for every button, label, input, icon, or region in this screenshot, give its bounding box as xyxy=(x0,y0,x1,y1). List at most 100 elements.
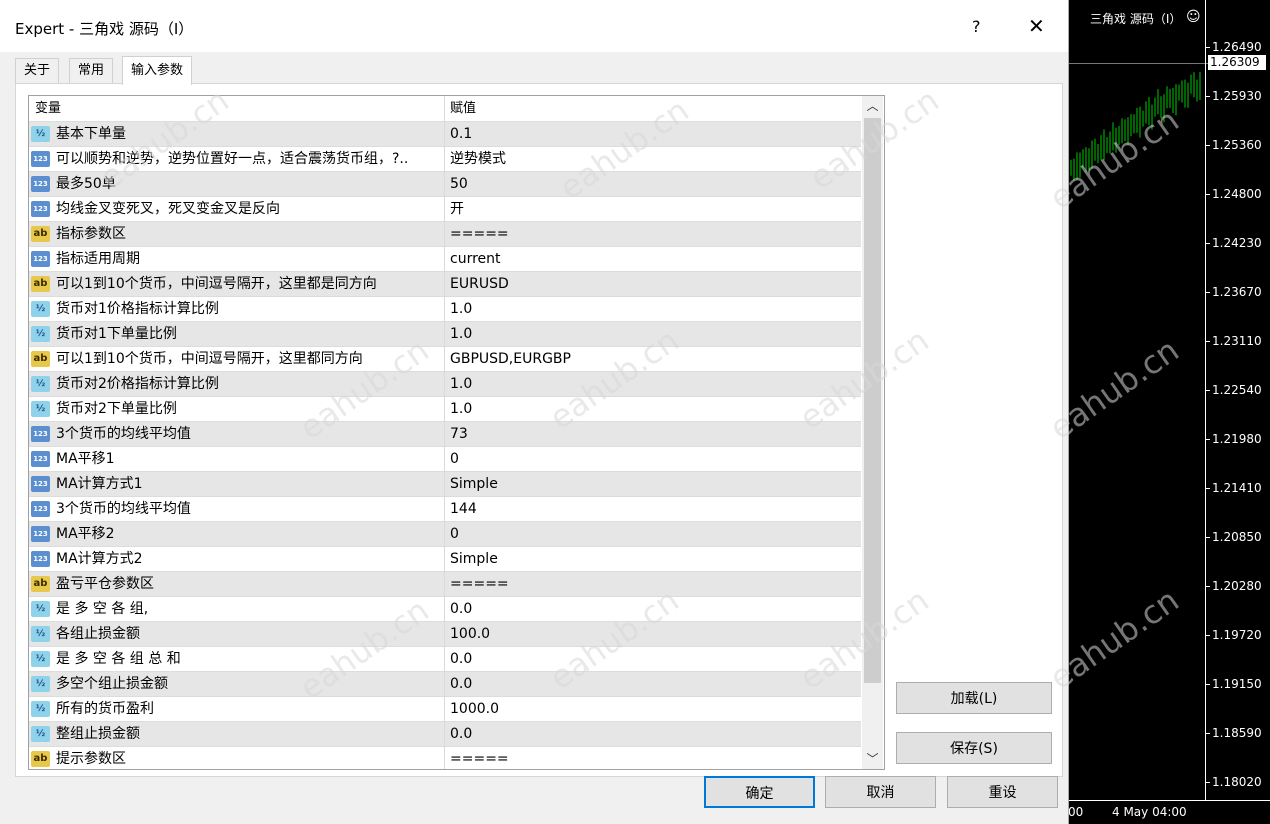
parameter-value[interactable]: 1000.0 xyxy=(450,697,499,722)
parameter-row[interactable]: ab 提示参数区 ===== xyxy=(29,746,861,769)
parameter-name: 可以1到10个货币，中间逗号隔开，这里都同方向 xyxy=(56,351,363,367)
parameter-row[interactable]: 123 均线金叉变死叉，死叉变金叉是反向 开 xyxy=(29,196,861,221)
parameter-value[interactable]: ===== xyxy=(450,747,509,769)
parameter-name: 均线金叉变死叉，死叉变金叉是反向 xyxy=(56,201,280,217)
parameter-value[interactable]: 0.1 xyxy=(450,122,472,147)
parameter-row[interactable]: ab 指标参数区 ===== xyxy=(29,221,861,246)
price-label: 1.24800 xyxy=(1212,187,1262,201)
parameter-row[interactable]: ½ 货币对2下单量比例 1.0 xyxy=(29,396,861,421)
parameter-name: 各组止损金额 xyxy=(56,626,140,642)
title-bar[interactable]: Expert - 三角戏 源码（I） ? ✕ xyxy=(0,0,1068,52)
string-type-icon: ab xyxy=(31,751,50,767)
parameter-name: 货币对2价格指标计算比例 xyxy=(56,376,219,392)
reset-button[interactable]: 重设 xyxy=(947,776,1058,808)
scroll-thumb[interactable] xyxy=(864,118,881,683)
parameter-row[interactable]: ½ 各组止损金额 100.0 xyxy=(29,621,861,646)
tab-inputs[interactable]: 输入参数 xyxy=(122,56,193,85)
string-type-icon: ab xyxy=(31,226,50,242)
parameter-value[interactable]: 144 xyxy=(450,497,477,522)
parameter-value[interactable]: 0.0 xyxy=(450,647,472,672)
price-label: 1.19720 xyxy=(1212,628,1262,642)
time-label-left: 00 xyxy=(1068,805,1084,819)
column-header-value[interactable]: 赋值 xyxy=(450,96,477,121)
parameter-value[interactable]: current xyxy=(450,247,501,272)
parameter-name: 整组止损金额 xyxy=(56,726,140,742)
parameter-value[interactable]: 逆势模式 xyxy=(450,147,506,172)
double-type-icon: ½ xyxy=(31,301,50,317)
price-tick xyxy=(1205,145,1210,146)
parameter-row[interactable]: ½ 所有的货币盈利 1000.0 xyxy=(29,696,861,721)
parameter-value[interactable]: 0.0 xyxy=(450,722,472,747)
parameter-value[interactable]: Simple xyxy=(450,547,498,572)
double-type-icon: ½ xyxy=(31,376,50,392)
price-label: 1.19150 xyxy=(1212,677,1262,691)
tab-about[interactable]: 关于 xyxy=(15,58,60,83)
parameter-value[interactable]: 1.0 xyxy=(450,397,472,422)
vertical-scrollbar[interactable]: ︿ ﹀ xyxy=(862,96,883,769)
parameter-value[interactable]: Simple xyxy=(450,472,498,497)
parameter-value[interactable]: GBPUSD,EURGBP xyxy=(450,347,571,372)
parameter-value[interactable]: 0 xyxy=(450,447,459,472)
price-label: 1.20850 xyxy=(1212,530,1262,544)
candlestick-series xyxy=(1070,72,1201,181)
parameter-row[interactable]: 123 3个货币的均线平均值 144 xyxy=(29,496,861,521)
parameter-value[interactable]: 0.0 xyxy=(450,672,472,697)
price-tick xyxy=(1205,292,1210,293)
price-tick xyxy=(1205,243,1210,244)
parameter-row[interactable]: 123 3个货币的均线平均值 73 xyxy=(29,421,861,446)
parameter-row[interactable]: ½ 是 多 空 各 组, 0.0 xyxy=(29,596,861,621)
parameter-row[interactable]: ab 盈亏平仓参数区 ===== xyxy=(29,571,861,596)
parameter-value[interactable]: 1.0 xyxy=(450,372,472,397)
price-tick xyxy=(1205,684,1210,685)
parameter-row[interactable]: 123 指标适用周期 current xyxy=(29,246,861,271)
parameter-row[interactable]: ½ 多空个组止损金额 0.0 xyxy=(29,671,861,696)
price-label: 1.18020 xyxy=(1212,775,1262,789)
parameter-row[interactable]: 123 MA计算方式2 Simple xyxy=(29,546,861,571)
parameter-value[interactable]: 开 xyxy=(450,197,464,222)
parameter-row[interactable]: 123 最多50单 50 xyxy=(29,171,861,196)
parameter-row[interactable]: ½ 是 多 空 各 组 总 和 0.0 xyxy=(29,646,861,671)
parameter-value[interactable]: 50 xyxy=(450,172,468,197)
parameter-row[interactable]: ½ 货币对1下单量比例 1.0 xyxy=(29,321,861,346)
parameter-value[interactable]: 73 xyxy=(450,422,468,447)
smiley-icon: ☺ xyxy=(1186,9,1201,25)
load-button[interactable]: 加载(L) xyxy=(896,682,1052,714)
string-type-icon: ab xyxy=(31,276,50,292)
double-type-icon: ½ xyxy=(31,676,50,692)
price-label: 1.21980 xyxy=(1212,432,1262,446)
parameter-row[interactable]: 123 MA平移1 0 xyxy=(29,446,861,471)
parameter-value[interactable]: ===== xyxy=(450,222,509,247)
price-tick xyxy=(1205,194,1210,195)
scroll-down-icon[interactable]: ﹀ xyxy=(862,749,883,769)
parameter-row[interactable]: ½ 货币对1价格指标计算比例 1.0 xyxy=(29,296,861,321)
parameter-grid: 变量 赋值 ½ 基本下单量 0.1 123 可以顺势和逆势，逆势位置好一点，适合震荡货币… xyxy=(28,95,885,770)
tab-common[interactable]: 常用 xyxy=(69,58,114,83)
column-header-variable[interactable]: 变量 xyxy=(35,96,62,121)
cancel-button[interactable]: 取消 xyxy=(825,776,936,808)
help-button[interactable]: ? xyxy=(972,17,981,36)
parameter-row[interactable]: ½ 基本下单量 0.1 xyxy=(29,121,861,146)
parameter-value[interactable]: 0.0 xyxy=(450,597,472,622)
parameter-value[interactable]: 0 xyxy=(450,522,459,547)
parameter-row[interactable]: 123 MA平移2 0 xyxy=(29,521,861,546)
price-label: 1.21410 xyxy=(1212,481,1262,495)
parameter-row[interactable]: 123 MA计算方式1 Simple xyxy=(29,471,861,496)
parameter-row[interactable]: 123 可以顺势和逆势，逆势位置好一点，适合震荡货币组，?.. 逆势模式 xyxy=(29,146,861,171)
close-button[interactable]: ✕ xyxy=(1028,14,1045,38)
parameter-value[interactable]: 100.0 xyxy=(450,622,490,647)
parameter-value[interactable]: 1.0 xyxy=(450,297,472,322)
scroll-up-icon[interactable]: ︿ xyxy=(862,96,883,116)
parameter-row[interactable]: ½ 货币对2价格指标计算比例 1.0 xyxy=(29,371,861,396)
parameter-value[interactable]: EURUSD xyxy=(450,272,509,297)
integer-type-icon: 123 xyxy=(31,176,50,192)
save-button[interactable]: 保存(S) xyxy=(896,732,1052,764)
ok-button[interactable]: 确定 xyxy=(704,776,815,808)
parameter-row[interactable]: ½ 整组止损金额 0.0 xyxy=(29,721,861,746)
parameter-name: 提示参数区 xyxy=(56,751,126,767)
integer-type-icon: 123 xyxy=(31,476,50,492)
parameter-value[interactable]: ===== xyxy=(450,572,509,597)
parameter-name: 多空个组止损金额 xyxy=(56,676,168,692)
parameter-row[interactable]: ab 可以1到10个货币，中间逗号隔开，这里都是同方向 EURUSD xyxy=(29,271,861,296)
parameter-value[interactable]: 1.0 xyxy=(450,322,472,347)
parameter-row[interactable]: ab 可以1到10个货币，中间逗号隔开，这里都同方向 GBPUSD,EURGBP xyxy=(29,346,861,371)
